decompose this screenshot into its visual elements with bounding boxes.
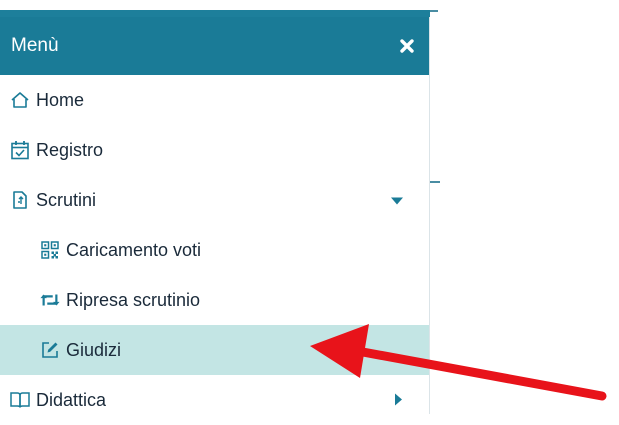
arrow-shaft (347, 345, 607, 401)
annotation-arrow (310, 324, 607, 401)
arrow-head (310, 324, 369, 378)
